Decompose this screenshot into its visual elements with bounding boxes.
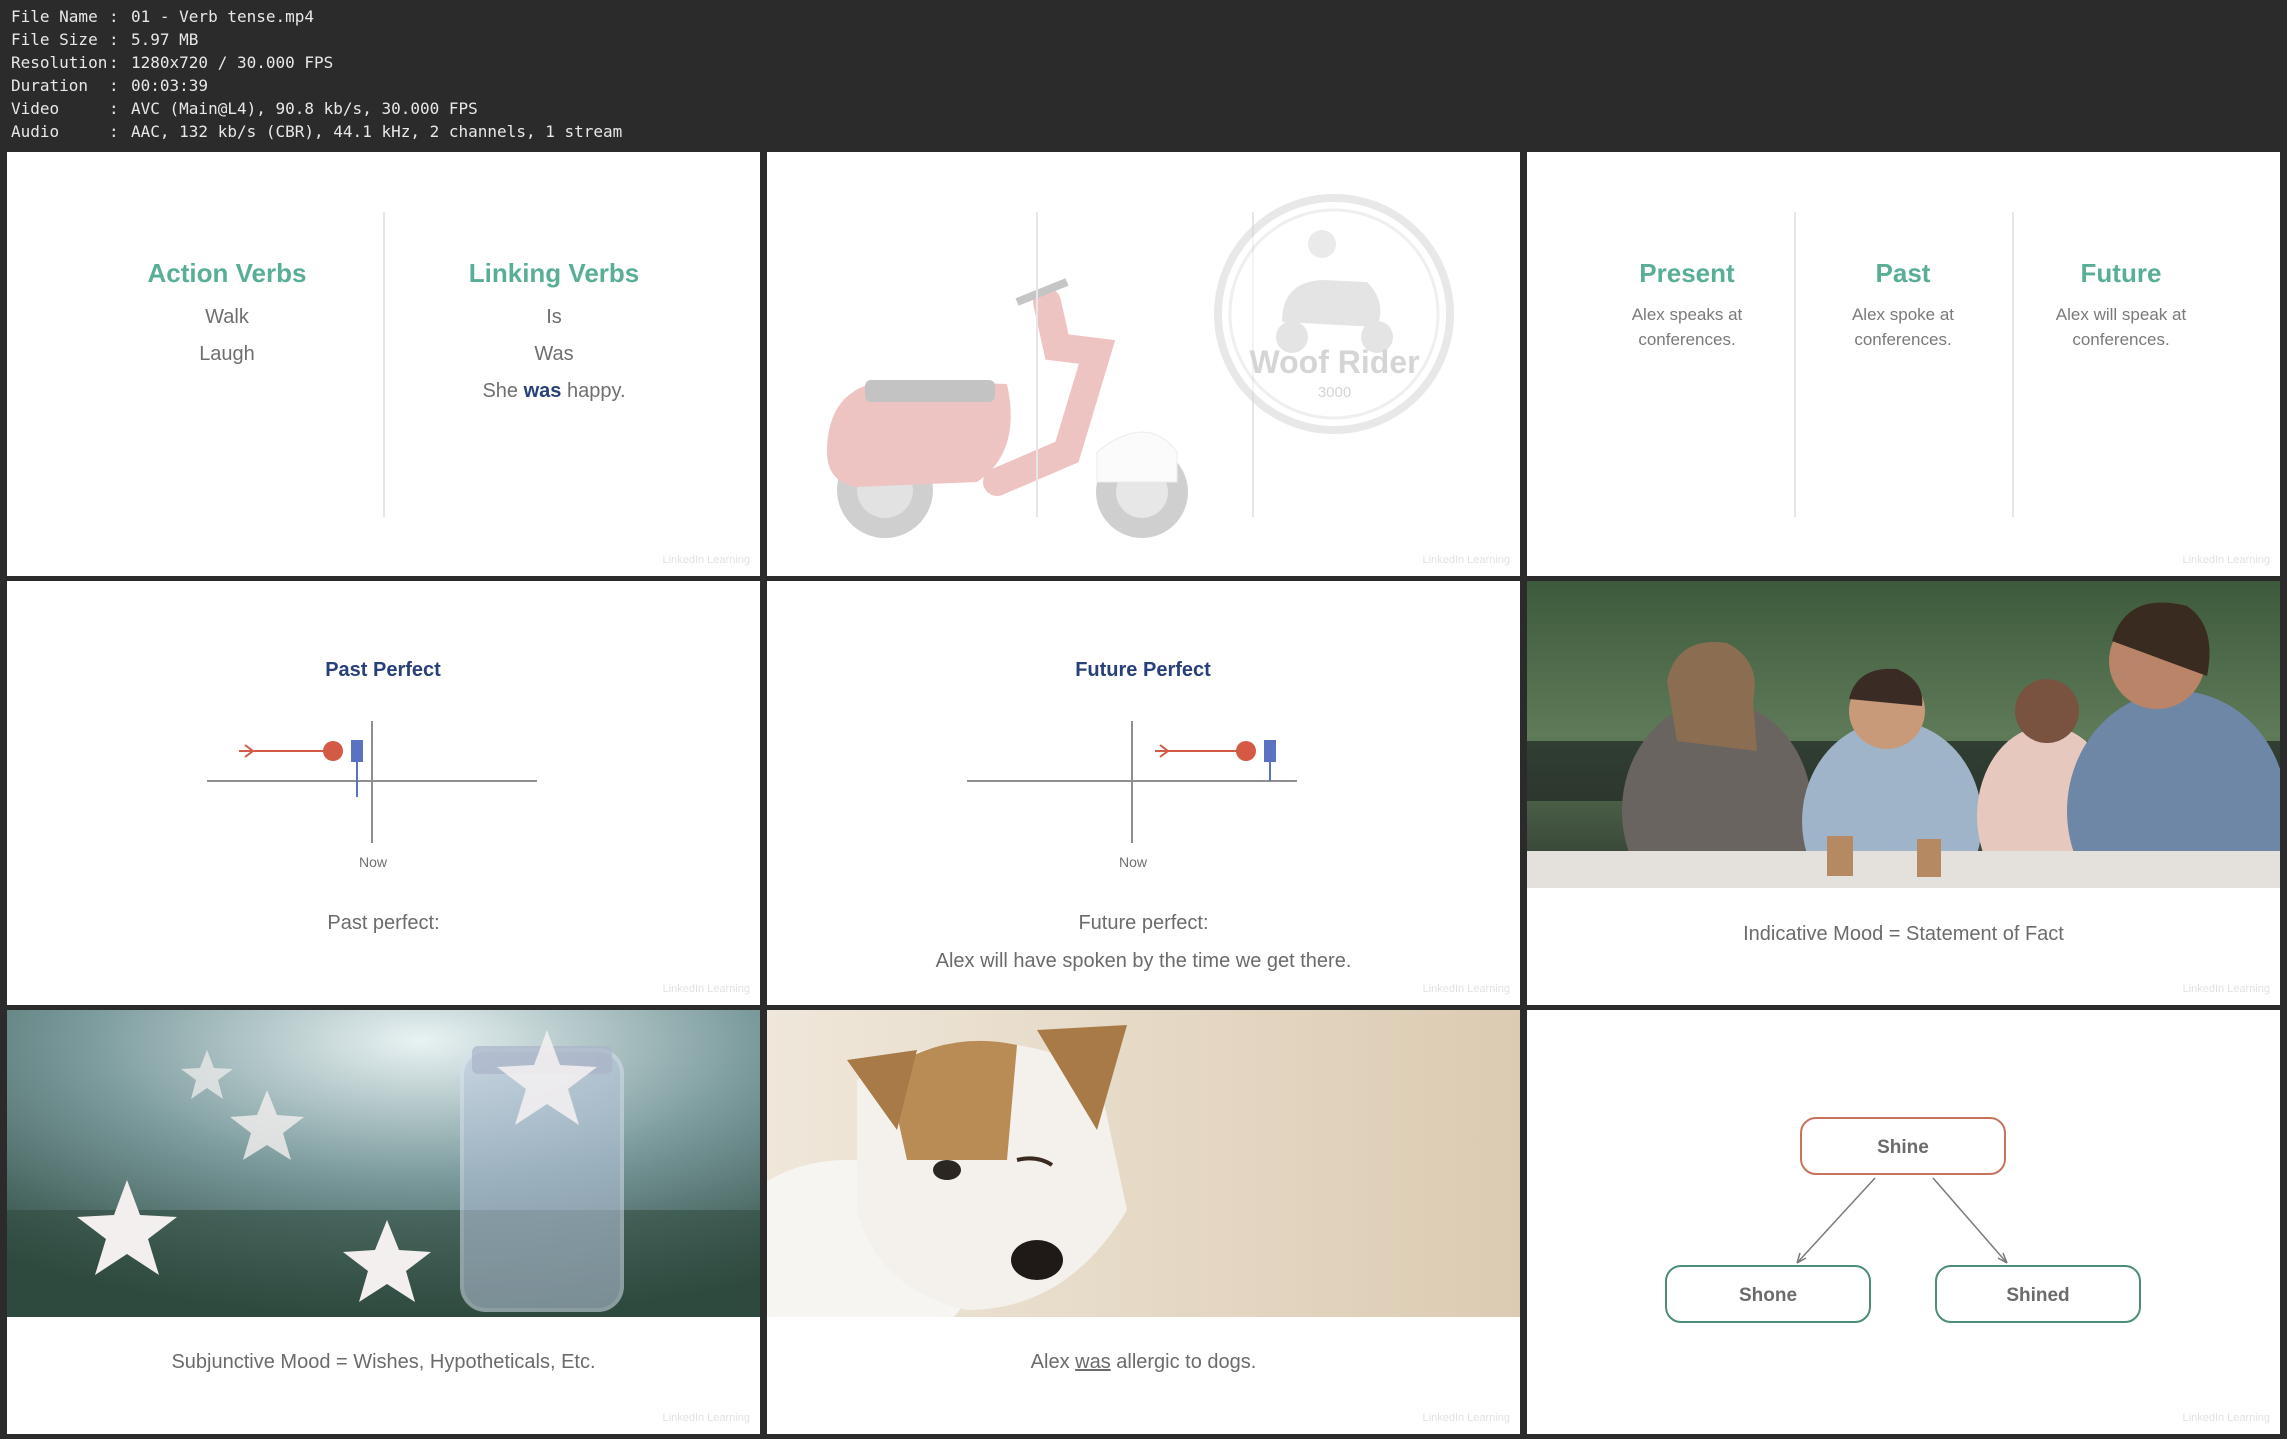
watermark: LinkedIn Learning [1422, 1412, 1510, 1424]
present-heading: Present [1639, 258, 1735, 288]
watermark: LinkedIn Learning [1422, 983, 1510, 995]
logo-subtext: 3000 [1317, 384, 1352, 401]
subjunctive-mood-caption: Subjunctive Mood = Wishes, Hypotheticals… [171, 1351, 596, 1373]
action-verb-item: Laugh [199, 343, 255, 365]
past-example: Alex spoke at conferences. [1851, 305, 1955, 349]
tree-node-root: Shine [1800, 1117, 2006, 1175]
column-divider [2012, 212, 2014, 517]
watermark: LinkedIn Learning [2182, 554, 2270, 566]
linking-verb-item: Is [546, 306, 562, 328]
info-row-file-size: File Size:5.97 MB [11, 30, 199, 49]
future-example: Alex will speak at conferences. [2055, 305, 2187, 349]
future-perfect-example: Alex will have spoken by the time we get… [935, 950, 1352, 972]
dog-caption: Alex was allergic to dogs. [1030, 1351, 1257, 1373]
thumbnail-future-perfect[interactable]: Future Perfect Now Future perfect: Alex … [767, 581, 1520, 1005]
indicative-mood-caption: Indicative Mood = Statement of Fact [1743, 923, 2064, 945]
past-perfect-timeline [207, 721, 537, 843]
tree-node-left: Shone [1665, 1265, 1871, 1323]
linking-verb-item: Was [534, 343, 574, 365]
linking-verb-example: She was happy. [482, 380, 626, 402]
watermark: LinkedIn Learning [2182, 983, 2270, 995]
past-perfect-caption: Past perfect: [327, 912, 440, 934]
thumbnail-indicative-mood[interactable]: Indicative Mood = Statement of Fact Link… [1527, 581, 2280, 1005]
tree-connectors [1796, 1177, 2008, 1264]
thumbnail-dog-allergy[interactable]: Alex was allergic to dogs. LinkedIn Lear… [767, 1010, 1520, 1434]
watermark: LinkedIn Learning [1422, 554, 1510, 566]
linking-verbs-heading: Linking Verbs [468, 258, 640, 288]
future-heading: Future [2080, 258, 2162, 288]
info-row-video: Video: AVC (Main@L4), 90.8 kb/s, 30.000 F… [11, 99, 478, 118]
column-divider [1794, 212, 1796, 517]
watermark: LinkedIn Learning [2182, 1412, 2270, 1424]
info-row-file-name: File Name:01 - Verb tense.mp4 [11, 7, 315, 26]
thumbnail-action-linking-verbs[interactable]: Action Verbs Walk Laugh Linking Verbs Is… [7, 152, 760, 576]
thumbnail-grid: Action Verbs Walk Laugh Linking Verbs Is… [0, 150, 2287, 1439]
now-label: Now [1118, 854, 1147, 870]
thumbnail-scooter-logo[interactable]: Woof Rider 3000 LinkedIn Learning [767, 152, 1520, 576]
info-row-duration: Duration:00:03:39 [11, 76, 209, 95]
present-example: Alex speaks at conferences. [1631, 305, 1743, 349]
thumbnail-shine-tree[interactable]: Shine Shone Shined LinkedIn Learning [1527, 1010, 2280, 1434]
tree-node-right: Shined [1935, 1265, 2141, 1323]
watermark: LinkedIn Learning [662, 983, 750, 995]
meeting-photo [1527, 581, 2280, 888]
watermark: LinkedIn Learning [662, 554, 750, 566]
action-verbs-heading: Action Verbs [147, 258, 307, 288]
future-perfect-timeline [967, 721, 1297, 843]
watermark: LinkedIn Learning [662, 1412, 750, 1424]
dog-photo [767, 1010, 1520, 1317]
thumbnail-subjunctive-mood[interactable]: Subjunctive Mood = Wishes, Hypotheticals… [7, 1010, 760, 1434]
thumbnail-past-perfect[interactable]: Past Perfect Now Past perfect: LinkedIn … [7, 581, 760, 1005]
future-perfect-caption: Future perfect: [1078, 912, 1209, 934]
star-jar-photo [7, 1010, 760, 1317]
action-verb-item: Walk [205, 306, 249, 328]
thumbnail-present-past-future[interactable]: Present Alex speaks at conferences. Past … [1527, 152, 2280, 576]
now-label: Now [358, 854, 387, 870]
info-row-audio: Audio: AAC, 132 kb/s (CBR), 44.1 kHz, 2 c… [11, 122, 623, 141]
file-info-header: File Name:01 - Verb tense.mp4 File Size:… [0, 0, 2287, 150]
info-row-resolution: Resolution:1280x720 / 30.000 FPS [11, 53, 334, 72]
past-heading: Past [1875, 258, 1931, 288]
logo-text: Woof Rider [1249, 344, 1420, 380]
